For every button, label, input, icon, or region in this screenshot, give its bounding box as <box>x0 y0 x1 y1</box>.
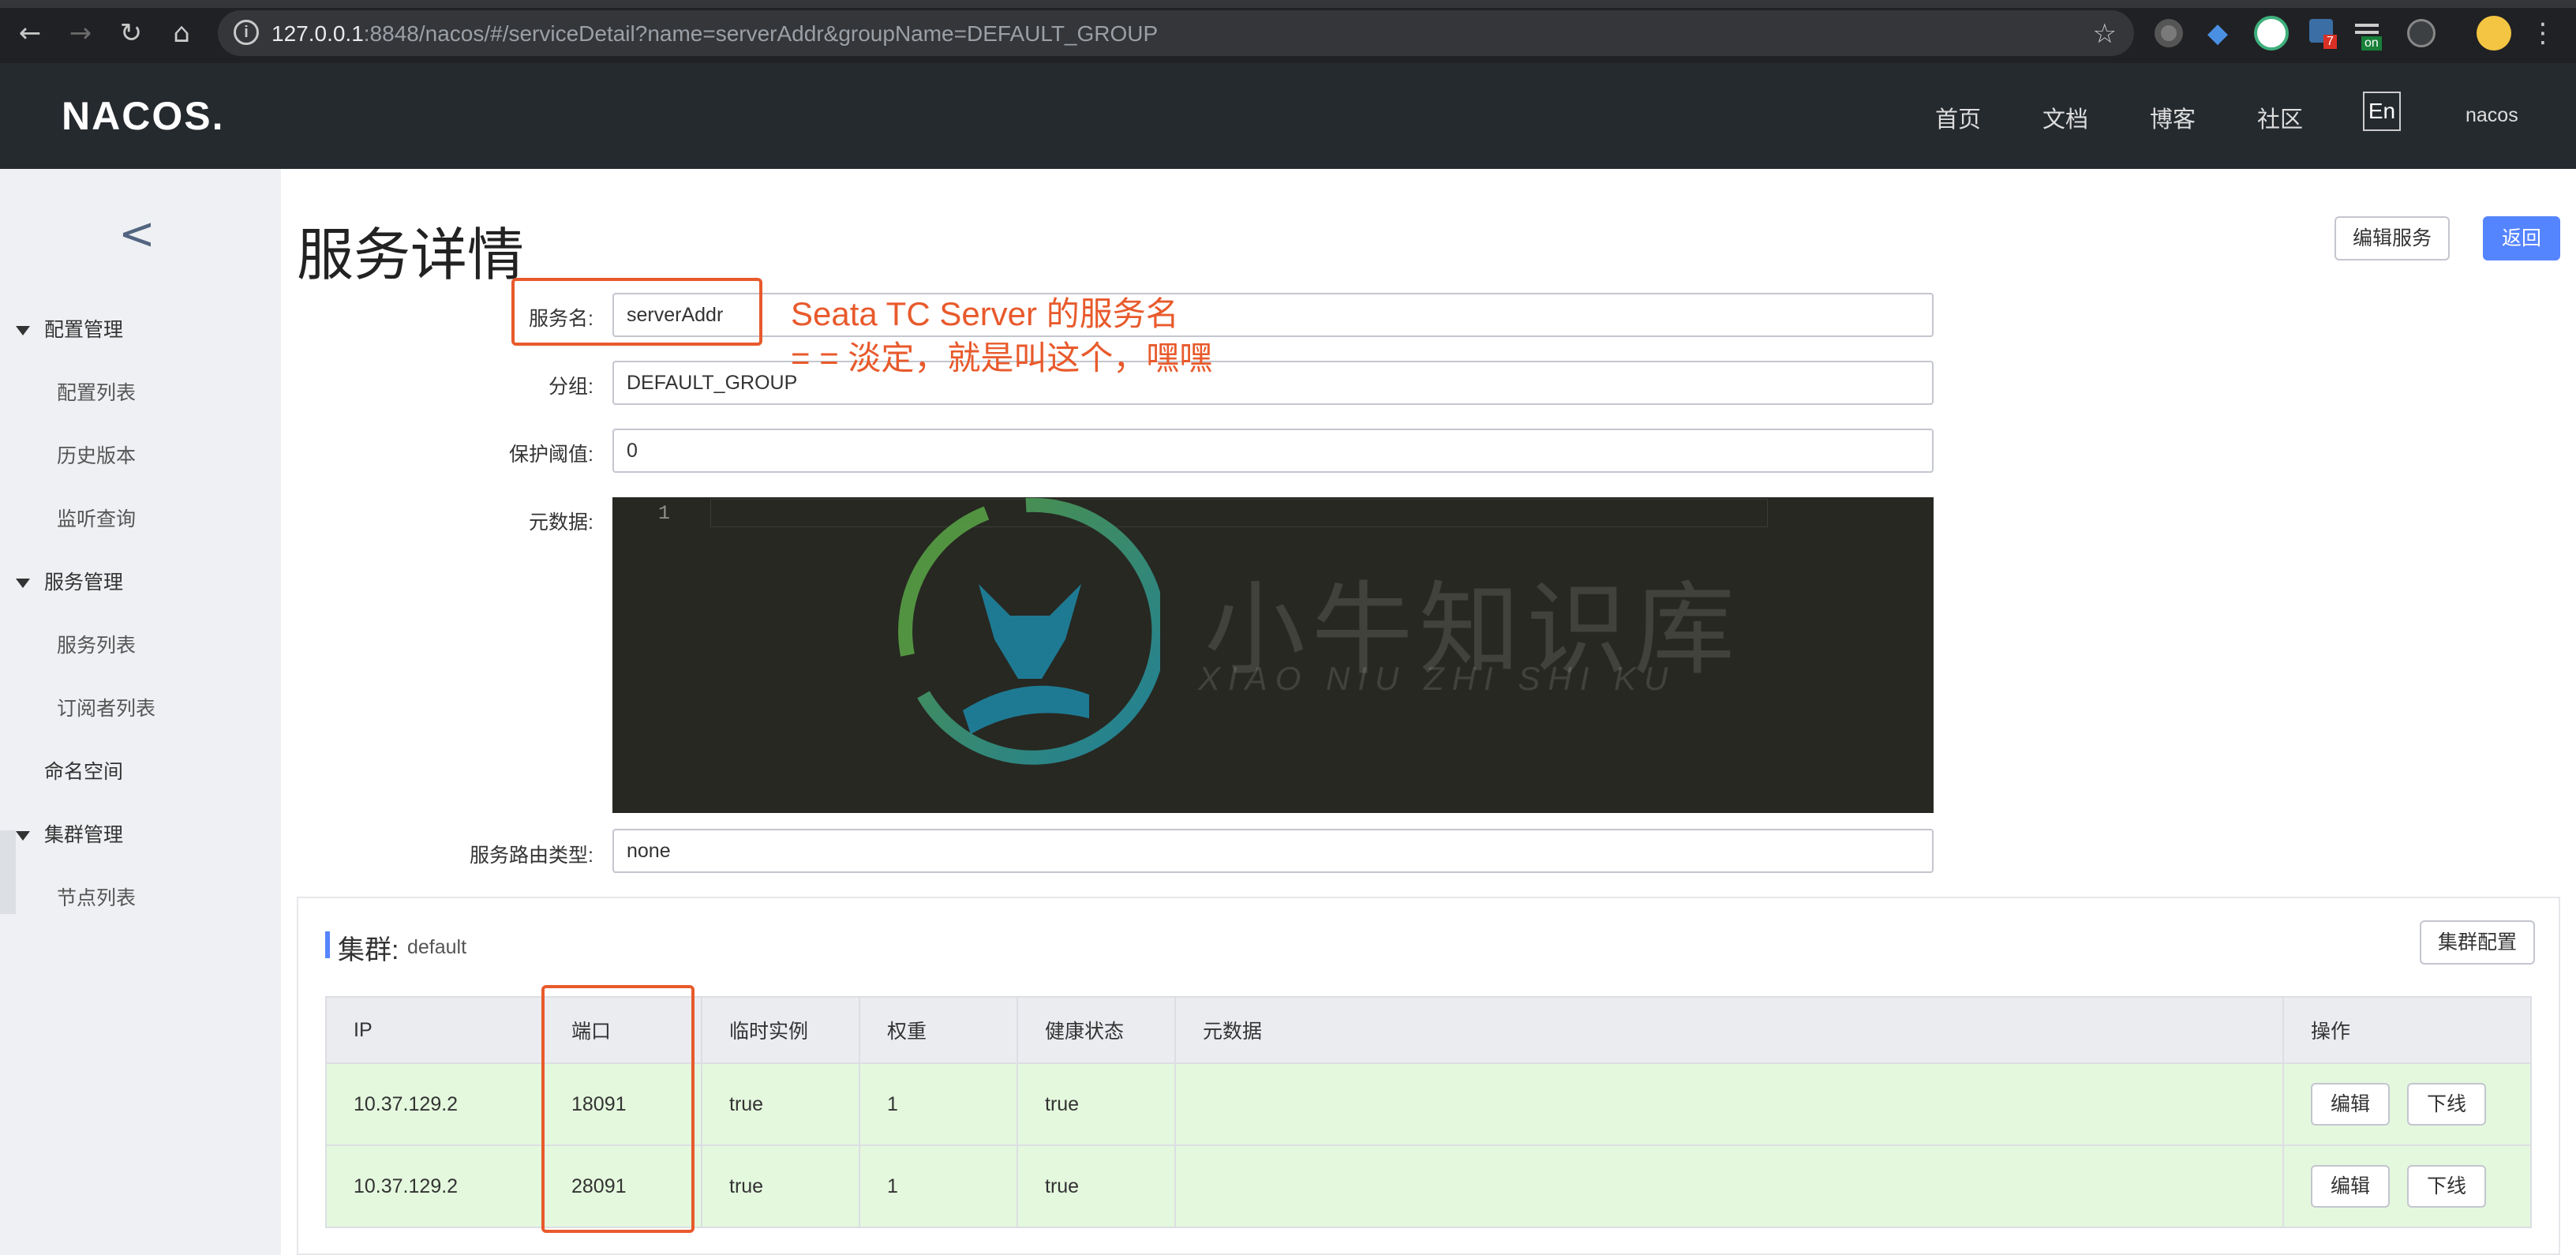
nav-blog[interactable]: 博客 <box>2150 101 2196 134</box>
extension-diamond-icon[interactable]: ◆ <box>2203 19 2232 47</box>
annotation-box-service-name <box>511 278 762 346</box>
edit-instance-button[interactable]: 编辑 <box>2311 1165 2390 1208</box>
user-name[interactable]: nacos <box>2466 104 2518 127</box>
site-info-icon[interactable]: i <box>234 20 259 45</box>
metadata-label: 元数据: <box>529 511 593 534</box>
column-header-weight: 权重 <box>860 998 1018 1062</box>
annotation-box-port-column <box>541 985 695 1233</box>
route-type-label: 服务路由类型: <box>470 845 593 867</box>
column-header-healthy: 健康状态 <box>1018 998 1176 1062</box>
collapse-sidebar-icon[interactable]: < <box>118 208 155 260</box>
threshold-field[interactable]: 0 <box>612 429 1934 473</box>
menu-group-config[interactable]: 配置管理 <box>16 314 123 343</box>
cluster-title: 集群: <box>338 935 399 965</box>
menu-group-label: 服务管理 <box>44 571 124 594</box>
metadata-editor[interactable]: 1 <box>612 497 1934 813</box>
sidebar-item-namespace[interactable]: 命名空间 <box>44 756 123 785</box>
sidebar-item-listener-query[interactable]: 监听查询 <box>57 504 136 532</box>
current-line-highlight <box>710 499 1768 527</box>
sidebar-item-history[interactable]: 历史版本 <box>57 440 136 469</box>
address-bar[interactable]: i 127.0.0.1:8848/nacos/#/serviceDetail?n… <box>218 10 2134 56</box>
cell-weight: 1 <box>860 1064 1018 1144</box>
sidebar: < 配置管理 配置列表 历史版本 监听查询 服务管理 服务列表 订阅者列表 命名… <box>0 169 281 1255</box>
column-header-ephemeral: 临时实例 <box>702 998 860 1062</box>
annotation-line-1: Seata TC Server 的服务名 <box>791 295 1179 332</box>
sidebar-item-config-list[interactable]: 配置列表 <box>57 377 136 406</box>
cell-metadata <box>1176 1146 2284 1227</box>
extension-pin-icon[interactable] <box>2407 19 2436 47</box>
language-toggle[interactable]: En <box>2363 92 2401 131</box>
profile-avatar-icon[interactable] <box>2477 16 2511 51</box>
edit-instance-button[interactable]: 编辑 <box>2311 1083 2390 1126</box>
extension-on-badge: on <box>2361 36 2382 51</box>
extension-list-icon[interactable]: on <box>2355 19 2383 51</box>
cell-weight: 1 <box>860 1146 1018 1227</box>
back-arrow-icon[interactable]: ← <box>14 17 46 49</box>
forward-arrow-icon[interactable]: → <box>65 17 96 49</box>
cell-ip: 10.37.129.2 <box>327 1146 545 1227</box>
annotation-line-2: = = 淡定，就是叫这个，嘿嘿 <box>791 339 1213 376</box>
cell-ip: 10.37.129.2 <box>327 1064 545 1144</box>
cell-actions: 编辑 下线 <box>2284 1064 2530 1144</box>
cell-healthy: true <box>1018 1064 1176 1144</box>
cluster-name: default <box>407 936 467 958</box>
edit-service-button[interactable]: 编辑服务 <box>2334 216 2450 260</box>
browser-menu-icon[interactable]: ⋮ <box>2527 17 2559 49</box>
browser-toolbar: ← → ↻ ⌂ i 127.0.0.1:8848/nacos/#/service… <box>0 0 2576 63</box>
card-accent-bar <box>325 931 330 958</box>
cell-actions: 编辑 下线 <box>2284 1146 2530 1227</box>
menu-group-service[interactable]: 服务管理 <box>16 567 123 595</box>
sidebar-edge-tab <box>0 830 16 914</box>
extension-vue-icon[interactable] <box>2254 16 2289 51</box>
nacos-logo[interactable]: NACOS. <box>62 93 224 139</box>
offline-instance-button[interactable]: 下线 <box>2407 1165 2486 1208</box>
cell-ephemeral: true <box>702 1146 860 1227</box>
extension-badge-icon[interactable]: 7 <box>2309 19 2337 49</box>
home-icon[interactable]: ⌂ <box>166 17 197 49</box>
cell-ephemeral: true <box>702 1064 860 1144</box>
sidebar-item-node-list[interactable]: 节点列表 <box>57 882 136 911</box>
caret-down-icon <box>16 326 30 336</box>
line-number: 1 <box>658 502 671 525</box>
column-header-ip: IP <box>327 998 545 1062</box>
cell-metadata <box>1176 1064 2284 1144</box>
reload-icon[interactable]: ↻ <box>115 17 147 49</box>
extension-badge-count: 7 <box>2323 35 2337 49</box>
extension-record-icon[interactable] <box>2155 19 2183 47</box>
app-header: NACOS. 首页 文档 博客 社区 En nacos <box>0 63 2576 169</box>
column-header-actions: 操作 <box>2311 1021 2351 1043</box>
offline-instance-button[interactable]: 下线 <box>2407 1083 2486 1126</box>
sidebar-item-subscriber-list[interactable]: 订阅者列表 <box>57 693 155 721</box>
menu-group-label: 配置管理 <box>44 319 124 341</box>
menu-group-label: 集群管理 <box>44 824 124 846</box>
url-text[interactable]: 127.0.0.1:8848/nacos/#/serviceDetail?nam… <box>271 21 1158 47</box>
nav-community[interactable]: 社区 <box>2257 101 2303 134</box>
route-type-field[interactable]: none <box>612 829 1934 873</box>
nav-home[interactable]: 首页 <box>1935 101 1981 134</box>
column-header-metadata: 元数据 <box>1176 998 2284 1062</box>
menu-group-cluster[interactable]: 集群管理 <box>16 819 123 848</box>
cluster-config-button[interactable]: 集群配置 <box>2420 920 2535 965</box>
caret-down-icon <box>16 831 30 841</box>
back-button[interactable]: 返回 <box>2483 216 2560 260</box>
page-title: 服务详情 <box>297 224 525 287</box>
bookmark-star-icon[interactable]: ☆ <box>2093 18 2117 50</box>
caret-down-icon <box>16 579 30 589</box>
nav-docs[interactable]: 文档 <box>2042 101 2088 134</box>
sidebar-item-service-list[interactable]: 服务列表 <box>57 630 136 658</box>
group-label: 分组: <box>549 376 593 398</box>
cell-healthy: true <box>1018 1146 1176 1227</box>
threshold-label: 保护阈值: <box>509 444 593 466</box>
tab-strip <box>0 0 2576 8</box>
